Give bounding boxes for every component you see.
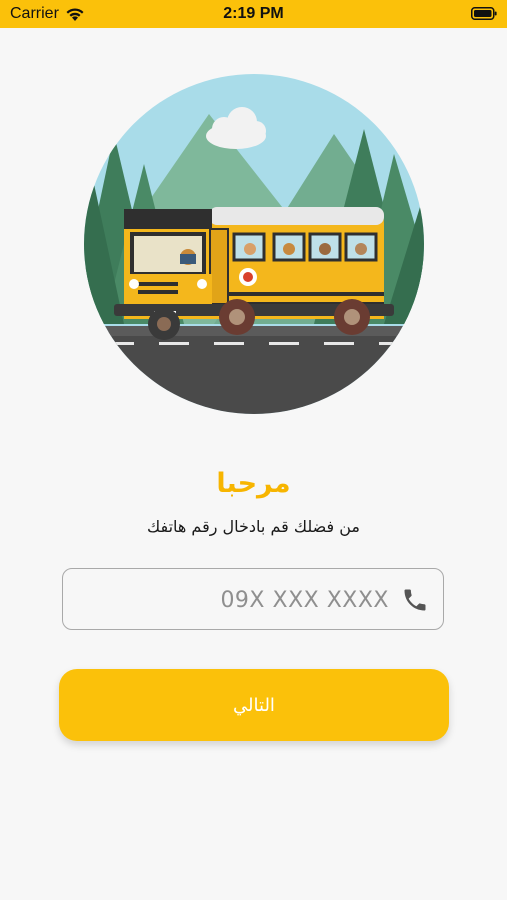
phone-input[interactable]	[77, 577, 391, 623]
battery-icon	[471, 7, 497, 20]
phone-icon	[404, 589, 426, 611]
school-bus-illustration	[84, 74, 424, 414]
status-time: 2:19 PM	[223, 5, 284, 22]
school-bus	[114, 207, 394, 340]
status-bar: Carrier 2:19 PM	[0, 0, 507, 28]
next-button[interactable]: التالي	[59, 669, 449, 741]
welcome-title: مرحبا	[216, 468, 291, 499]
welcome-subtitle: من فضلك قم بادخال رقم هاتفك	[147, 517, 360, 536]
phone-field[interactable]	[62, 568, 444, 630]
